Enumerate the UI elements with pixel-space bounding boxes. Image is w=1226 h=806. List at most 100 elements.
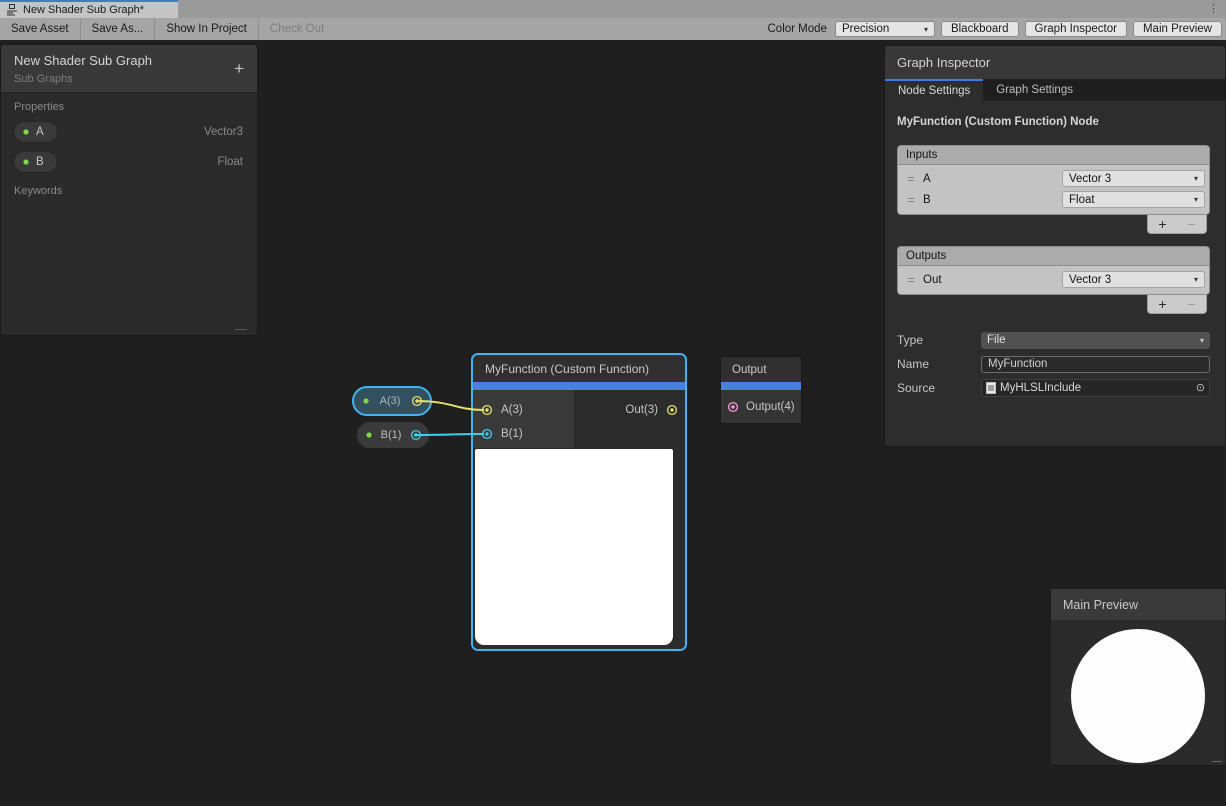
color-mode-dropdown[interactable]: Precision ▾ <box>835 21 935 37</box>
list-item[interactable]: = A Vector 3 ▾ <box>901 168 1206 189</box>
shader-graph-toolbar: Save Asset Save As... Show In Project Ch… <box>0 18 1226 40</box>
tab-title: New Shader Sub Graph* <box>23 4 144 16</box>
source-value: MyHLSLInclude <box>1000 382 1081 394</box>
list-item[interactable]: = Out Vector 3 ▾ <box>901 269 1206 290</box>
name-field-row: Name MyFunction <box>897 352 1210 376</box>
output-type-value: Vector 3 <box>1069 274 1111 286</box>
document-icon <box>986 382 996 394</box>
chevron-down-icon: ▾ <box>1194 195 1198 204</box>
name-label: Name <box>897 357 981 371</box>
source-field-row: Source MyHLSLInclude ⊙ <box>897 376 1210 400</box>
blackboard-toggle-button[interactable]: Blackboard <box>941 21 1019 37</box>
input-port-label: Output(4) <box>746 401 795 413</box>
inspector-body: MyFunction (Custom Function) Node Inputs… <box>885 101 1225 400</box>
chevron-down-icon: ▾ <box>1200 336 1204 345</box>
input-port-label: B(1) <box>501 428 523 440</box>
output-port-icon[interactable] <box>666 404 678 416</box>
inspector-tab-strip: Node Settings Graph Settings <box>885 79 1225 101</box>
drag-handle-icon[interactable]: = <box>901 273 921 287</box>
property-row-a: A Vector3 <box>1 117 257 147</box>
input-port-icon[interactable] <box>481 428 493 440</box>
drag-handle-icon[interactable]: = <box>901 172 921 186</box>
node-body: A(3) B(1) Out(3) <box>473 390 685 649</box>
toolbar-left-group: Save Asset Save As... Show In Project Ch… <box>0 18 335 40</box>
input-port-icon[interactable] <box>481 404 493 416</box>
check-out-button: Check Out <box>259 18 335 40</box>
blackboard-header: New Shader Sub Graph Sub Graphs + <box>1 45 257 93</box>
source-object-field[interactable]: MyHLSLInclude ⊙ <box>981 379 1210 397</box>
main-preview-toggle-button[interactable]: Main Preview <box>1133 21 1222 37</box>
show-in-project-button[interactable]: Show In Project <box>155 18 259 40</box>
tab-graph-settings[interactable]: Graph Settings <box>983 79 1086 101</box>
property-type: Float <box>217 156 243 168</box>
property-node-b-label: B(1) <box>378 429 404 441</box>
inspector-title: Graph Inspector <box>885 46 1225 79</box>
inputs-list-header: Inputs <box>897 145 1210 164</box>
input-type-dropdown[interactable]: Vector 3 ▾ <box>1062 170 1205 187</box>
input-type-value: Vector 3 <box>1069 173 1111 185</box>
source-label: Source <box>897 381 981 395</box>
input-row-a: A(3) <box>473 398 523 422</box>
output-port-icon[interactable] <box>411 395 423 407</box>
property-node-a[interactable]: A(3) <box>352 386 432 416</box>
input-port-label: A(3) <box>501 404 523 416</box>
type-field-row: Type File ▾ <box>897 328 1210 352</box>
add-property-button[interactable]: + <box>234 60 244 77</box>
inputs-list: Inputs = A Vector 3 ▾ = B Float ▾ <box>897 145 1210 234</box>
property-dot-icon <box>366 432 372 438</box>
shader-graph-icon <box>6 4 18 16</box>
output-type-dropdown[interactable]: Vector 3 ▾ <box>1062 271 1205 288</box>
output-row-out: Out(3) <box>625 398 685 422</box>
add-item-button[interactable]: + <box>1158 217 1166 231</box>
chevron-down-icon: ▾ <box>1194 174 1198 183</box>
remove-item-button[interactable]: − <box>1187 217 1195 231</box>
save-asset-button[interactable]: Save Asset <box>0 18 81 40</box>
property-node-a-label: A(3) <box>375 395 405 407</box>
graph-inspector-panel[interactable]: Graph Inspector Node Settings Graph Sett… <box>884 45 1226 447</box>
chevron-down-icon: ▾ <box>1194 275 1198 284</box>
node-accent-bar <box>473 382 685 390</box>
remove-item-button[interactable]: − <box>1187 297 1195 311</box>
custom-function-node[interactable]: MyFunction (Custom Function) A(3) B(1) O… <box>471 353 687 651</box>
output-port-icon[interactable] <box>410 429 422 441</box>
main-preview-title: Main Preview <box>1051 589 1225 620</box>
type-label: Type <box>897 333 981 347</box>
node-title[interactable]: Output <box>721 357 801 382</box>
list-item[interactable]: = B Float ▾ <box>901 189 1206 210</box>
type-dropdown[interactable]: File ▾ <box>981 332 1210 349</box>
graph-inspector-toggle-button[interactable]: Graph Inspector <box>1025 21 1127 37</box>
property-node-b[interactable]: B(1) <box>356 421 430 449</box>
input-row-b: B(1) <box>473 422 523 446</box>
resize-handle[interactable] <box>1212 761 1222 763</box>
property-pill-a[interactable]: A <box>13 121 58 143</box>
node-title[interactable]: MyFunction (Custom Function) <box>473 355 685 382</box>
outputs-list-rows: = Out Vector 3 ▾ <box>897 265 1210 295</box>
input-name: A <box>921 173 1062 185</box>
input-type-dropdown[interactable]: Float ▾ <box>1062 191 1205 208</box>
overflow-menu-icon[interactable]: ⋮ <box>1208 1 1219 17</box>
name-input[interactable]: MyFunction <box>981 356 1210 373</box>
window-tab-bar: New Shader Sub Graph* ⋮ <box>0 0 1226 18</box>
node-accent-bar <box>721 382 801 390</box>
blackboard-panel[interactable]: New Shader Sub Graph Sub Graphs + Proper… <box>0 44 258 336</box>
keywords-section-label: Keywords <box>1 177 257 201</box>
property-name: A <box>36 126 44 138</box>
tab-new-shader-sub-graph[interactable]: New Shader Sub Graph* <box>0 0 178 18</box>
main-preview-panel[interactable]: Main Preview <box>1050 588 1226 766</box>
save-as-button[interactable]: Save As... <box>81 18 156 40</box>
input-port-icon[interactable] <box>727 401 739 413</box>
node-preview-image <box>475 449 673 645</box>
property-dot-icon <box>363 398 369 404</box>
add-item-button[interactable]: + <box>1158 297 1166 311</box>
drag-handle-icon[interactable]: = <box>901 193 921 207</box>
resize-handle[interactable] <box>235 329 247 331</box>
property-name: B <box>36 156 44 168</box>
property-pill-b[interactable]: B <box>13 151 58 173</box>
tab-node-settings[interactable]: Node Settings <box>885 79 983 101</box>
output-node[interactable]: Output Output(4) <box>720 356 802 424</box>
output-port-label: Out(3) <box>625 404 658 416</box>
node-settings-heading: MyFunction (Custom Function) Node <box>897 116 1210 128</box>
outputs-list-footer: + − <box>897 295 1210 314</box>
object-picker-icon[interactable]: ⊙ <box>1196 383 1205 394</box>
list-footer-buttons: + − <box>1147 295 1207 314</box>
